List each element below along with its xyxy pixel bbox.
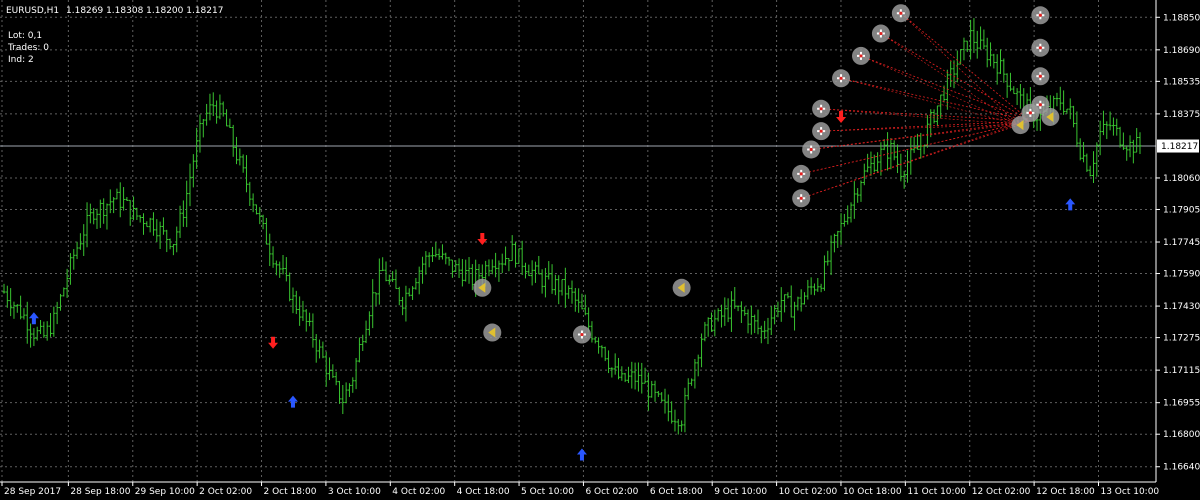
trade-marker (802, 140, 821, 159)
marker-dot (819, 129, 823, 133)
price-tick-label: 1.18375 (1163, 110, 1200, 120)
price-tick-label: 1.17430 (1163, 302, 1200, 312)
price-tick-label: 1.18850 (1163, 13, 1200, 23)
marker-dot (799, 196, 803, 200)
trade-marker (1041, 107, 1060, 126)
trade-marker (1031, 6, 1050, 25)
info-trades: Trades: 0 (7, 43, 49, 53)
marker-dot (1038, 46, 1042, 50)
time-tick-label: 5 Oct 10:00 (521, 487, 574, 497)
time-tick-label: 12 Oct 18:00 (1036, 487, 1095, 497)
trade-marker (812, 122, 831, 141)
trade-marker (871, 24, 890, 43)
marker-dot (879, 31, 883, 36)
trade-marker (792, 164, 811, 183)
price-tick-label: 1.17745 (1163, 238, 1200, 248)
marker-dot (859, 54, 863, 58)
price-tick-label: 1.17590 (1163, 270, 1200, 280)
price-tick-label: 1.16640 (1163, 463, 1200, 473)
time-tick-label: 9 Oct 10:00 (714, 487, 767, 497)
ohlc-label: 1.18269 1.18308 1.18200 1.18217 (66, 6, 223, 16)
time-tick-label: 13 Oct 10:00 (1100, 487, 1159, 497)
price-tick-label: 1.17115 (1163, 366, 1200, 376)
trade-marker (832, 69, 851, 88)
marker-dot (1028, 111, 1032, 115)
price-tick-label: 1.17905 (1163, 205, 1200, 215)
trade-marker (473, 278, 492, 297)
time-tick-label: 29 Sep 10:00 (135, 487, 195, 497)
marker-dot (839, 76, 843, 80)
price-tick-label: 1.16800 (1163, 430, 1200, 440)
price-tick-label: 1.18060 (1163, 174, 1200, 184)
chart-background (0, 0, 1200, 500)
marker-dot (1038, 74, 1042, 78)
current-price-box: 1.18217 (1157, 139, 1199, 153)
time-tick-label: 12 Oct 02:00 (972, 487, 1031, 497)
time-tick-label: 10 Oct 02:00 (779, 487, 838, 497)
time-tick-label: 4 Oct 02:00 (392, 487, 445, 497)
time-tick-label: 28 Sep 2017 (4, 487, 61, 497)
info-ind: Ind: 2 (8, 55, 34, 65)
marker-dot (899, 11, 903, 15)
symbol-label: EURUSD,H1 (6, 6, 59, 16)
price-chart[interactable]: EURUSD,H1 1.18269 1.18308 1.18200 1.1821… (0, 0, 1200, 500)
time-tick-label: 3 Oct 10:00 (328, 487, 381, 497)
price-tick-label: 1.17275 (1163, 334, 1200, 344)
trade-marker (572, 325, 591, 344)
price-axis[interactable]: 1.18850 1.18690 1.18535 1.18375 1.18060 1.179… (1156, 13, 1200, 473)
price-tick-label: 1.16955 (1163, 399, 1200, 409)
marker-dot (819, 107, 823, 111)
trade-marker (1031, 67, 1050, 86)
marker-dot (809, 147, 813, 152)
time-tick-label: 6 Oct 18:00 (650, 487, 703, 497)
marker-dot (1038, 13, 1042, 17)
time-tick-label: 4 Oct 18:00 (457, 487, 510, 497)
time-tick-label: 10 Oct 18:00 (843, 487, 902, 497)
price-tick-label: 1.18690 (1163, 46, 1200, 56)
time-tick-label: 2 Oct 02:00 (199, 487, 252, 497)
info-lot: Lot: 0,1 (8, 31, 42, 41)
price-tick-label: 1.18535 (1163, 77, 1200, 87)
trade-marker (1031, 38, 1050, 57)
marker-dot (799, 172, 803, 176)
marker-dot (1038, 103, 1042, 107)
marker-dot (580, 332, 584, 337)
current-price-label: 1.18217 (1161, 142, 1198, 152)
time-tick-label: 6 Oct 02:00 (585, 487, 638, 497)
trade-marker (483, 323, 502, 342)
trade-marker (672, 278, 691, 297)
time-tick-label: 2 Oct 18:00 (264, 487, 317, 497)
time-tick-label: 11 Oct 10:00 (907, 487, 966, 497)
trade-marker (812, 99, 831, 118)
chart-header: EURUSD,H1 1.18269 1.18308 1.18200 1.1821… (6, 6, 223, 16)
trade-marker (792, 189, 811, 208)
time-tick-label: 28 Sep 18:00 (70, 487, 130, 497)
trade-marker (851, 46, 870, 65)
trade-marker (891, 4, 910, 23)
